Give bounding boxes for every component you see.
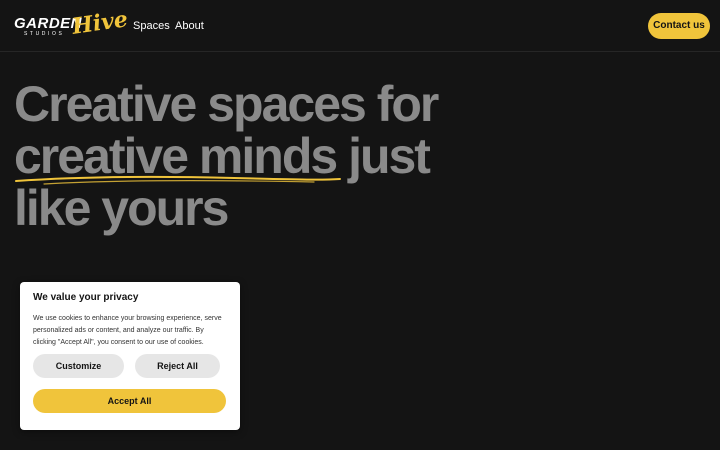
- accept-all-button[interactable]: Accept All: [33, 389, 226, 413]
- hero-highlight: creative minds: [14, 130, 341, 185]
- hero-line-2-rest: just: [336, 128, 431, 184]
- contact-us-button[interactable]: Contact us: [648, 13, 710, 39]
- page: GARDEN STUDIOS Hive Spaces About Contact…: [0, 0, 720, 450]
- hero-heading: Creative spaces for creative minds just …: [14, 78, 484, 234]
- reject-all-button[interactable]: Reject All: [135, 354, 220, 378]
- scribble-underline-icon: [15, 176, 341, 185]
- site-header: GARDEN STUDIOS Hive Spaces About Contact…: [0, 0, 720, 52]
- garden-hive-logo[interactable]: GARDEN STUDIOS Hive: [14, 6, 129, 42]
- customize-button[interactable]: Customize: [33, 354, 124, 378]
- hero-line-1: Creative spaces for: [14, 76, 439, 132]
- cookie-consent-banner: We value your privacy We use cookies to …: [20, 282, 240, 430]
- nav-link-about[interactable]: About: [175, 19, 204, 33]
- logo-script: Hive: [70, 6, 130, 40]
- nav-link-spaces[interactable]: Spaces: [133, 19, 170, 33]
- cookie-description: We use cookies to enhance your browsing …: [33, 315, 222, 346]
- cookie-title: We value your privacy: [33, 292, 139, 303]
- hero-line-2: creative minds just: [14, 128, 484, 185]
- hero-line-3: like yours: [14, 180, 229, 236]
- logo-subtitle: STUDIOS: [24, 31, 65, 37]
